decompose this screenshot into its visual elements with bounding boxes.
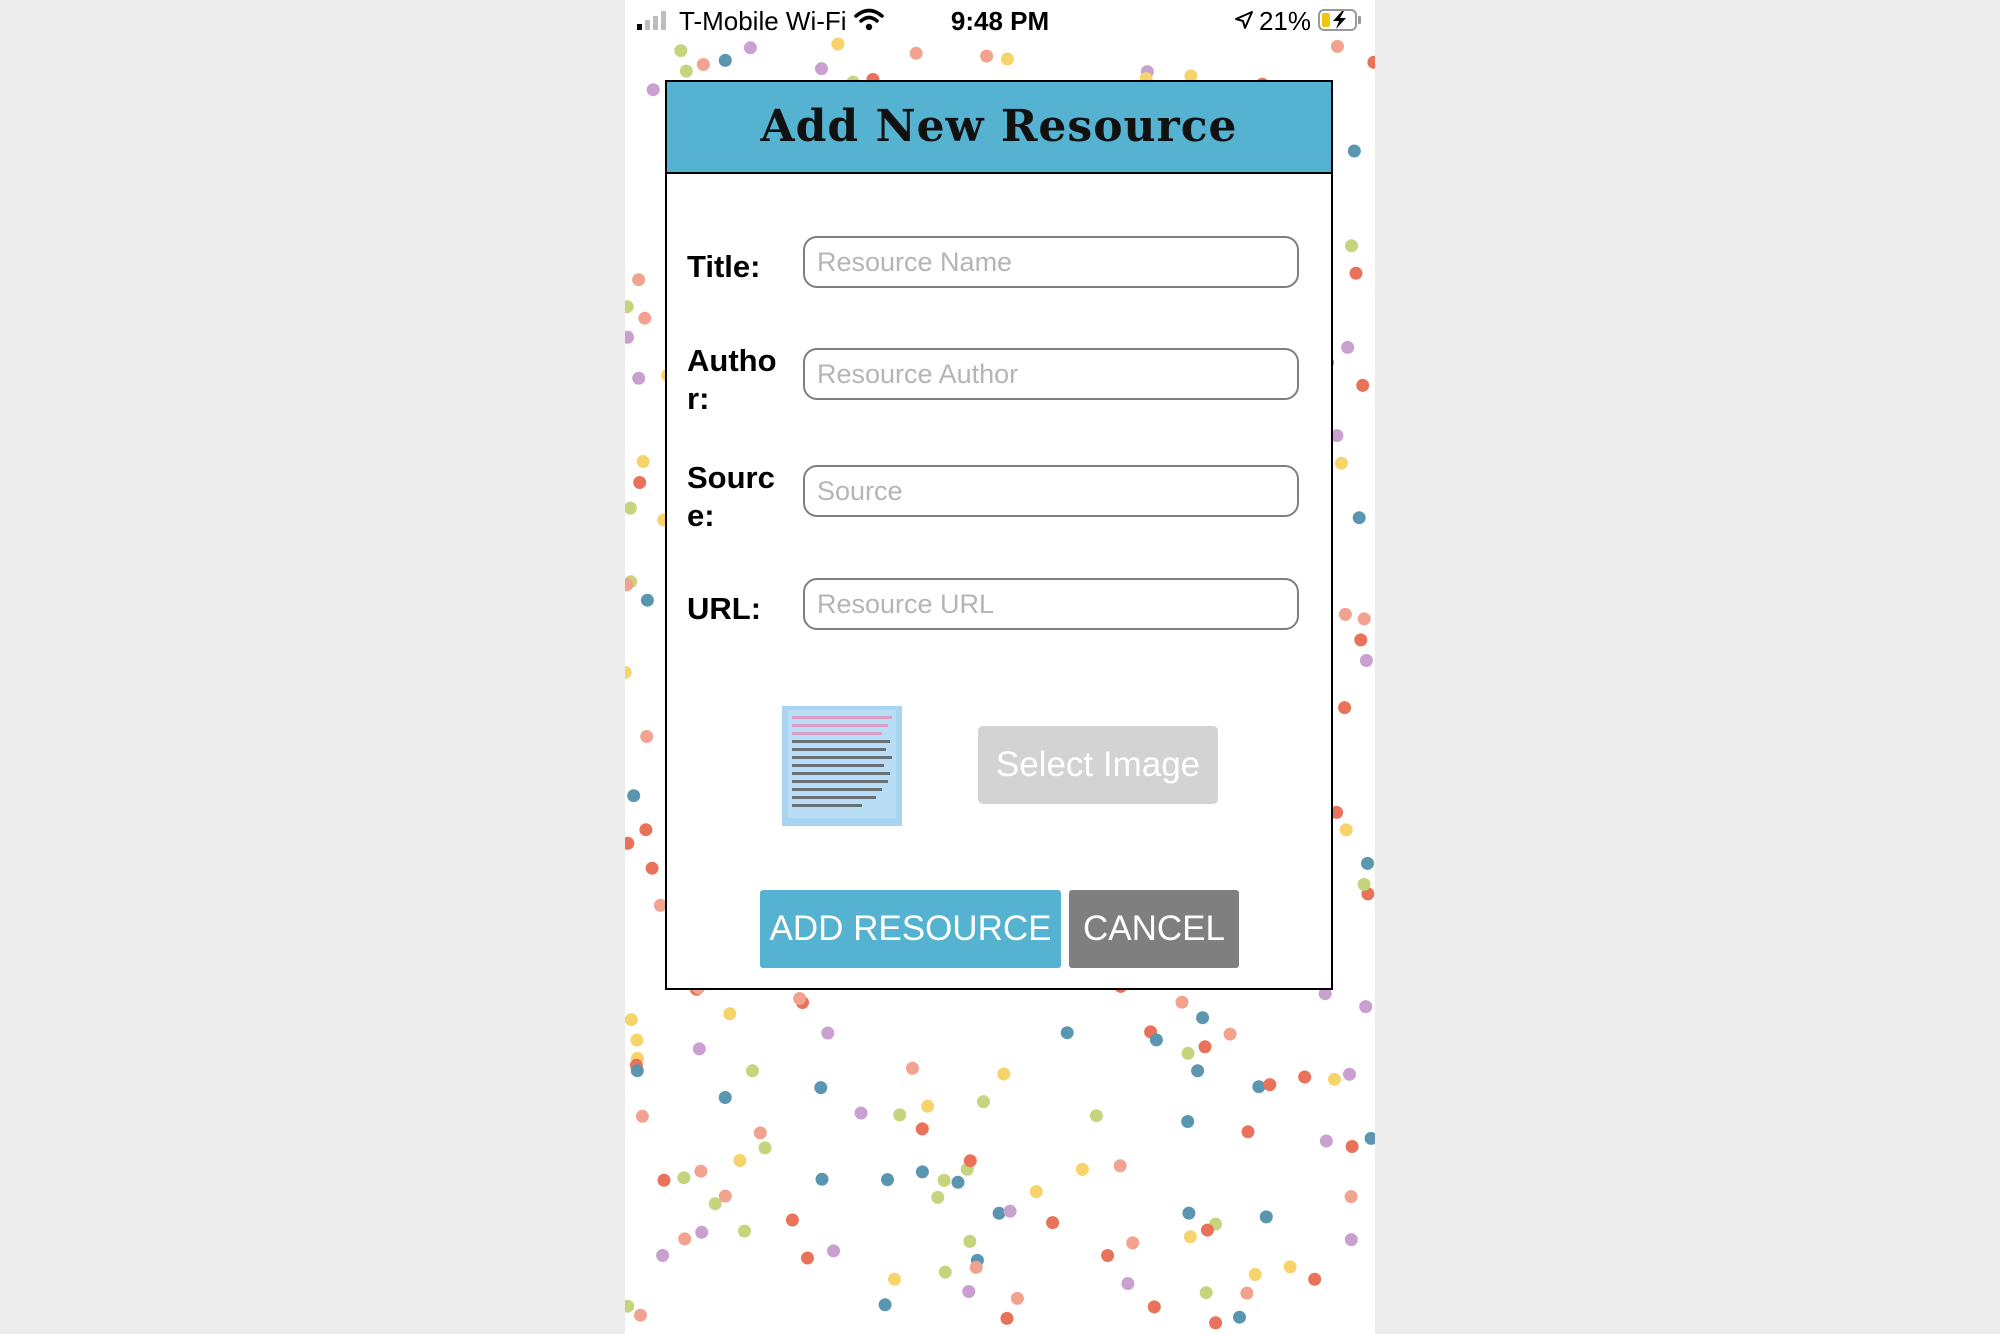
cancel-button[interactable]: CANCEL	[1069, 890, 1239, 968]
battery-percent: 21%	[1258, 6, 1311, 36]
location-icon	[1235, 11, 1253, 29]
title-label: Title:	[687, 249, 761, 284]
status-bar: T-Mobile Wi-Fi 9:48 PM 21%	[625, 0, 1375, 42]
author-label: Author:	[687, 343, 777, 416]
source-input[interactable]	[803, 465, 1299, 517]
url-label: URL:	[687, 591, 762, 626]
dialog-header: Add New Resource	[667, 82, 1331, 174]
url-input[interactable]	[803, 578, 1299, 630]
add-resource-button[interactable]: ADD RESOURCE	[760, 890, 1061, 968]
title-input[interactable]	[803, 236, 1299, 288]
select-image-button[interactable]: Select Image	[978, 726, 1218, 804]
dialog-title: Add New Resource	[760, 101, 1238, 152]
resource-image-thumbnail	[782, 706, 902, 826]
author-input[interactable]	[803, 348, 1299, 400]
phone-screen: T-Mobile Wi-Fi 9:48 PM 21% Add New Resou…	[625, 0, 1375, 1334]
add-resource-dialog: Add New Resource Title: Author: Source: …	[665, 80, 1333, 990]
battery-charging-icon	[1318, 9, 1361, 31]
source-label: Source:	[687, 460, 775, 533]
